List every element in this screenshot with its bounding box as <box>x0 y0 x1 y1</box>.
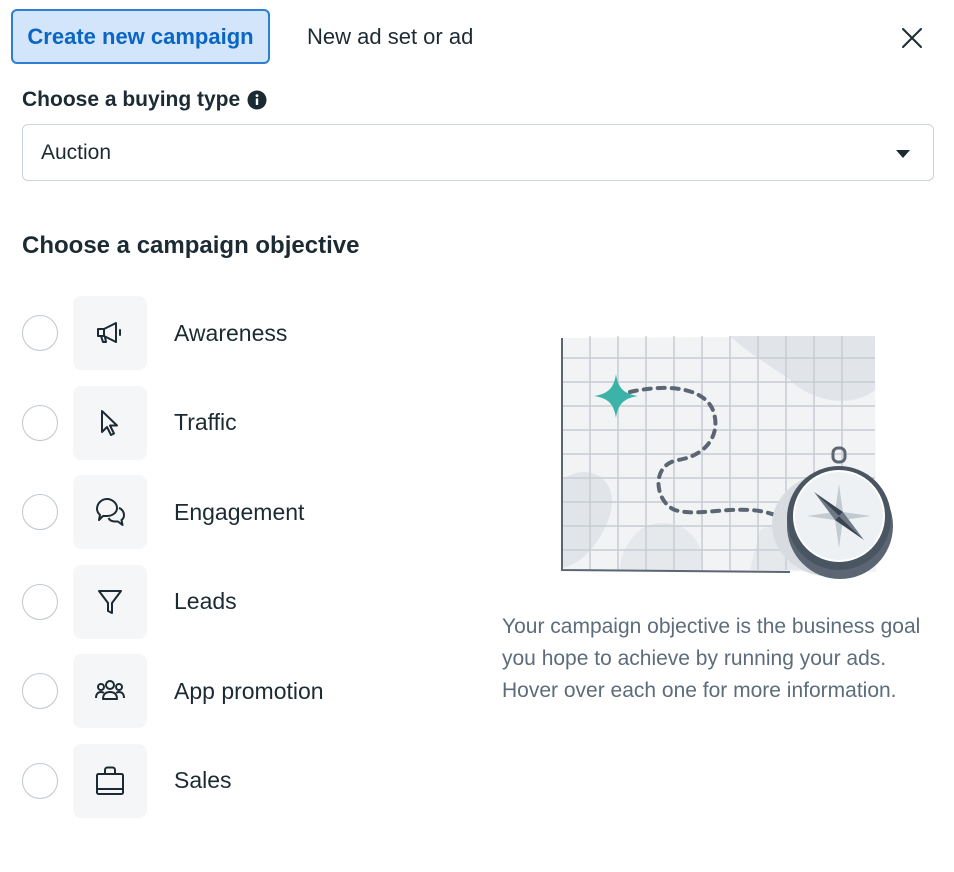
objective-option-app-promotion[interactable]: App promotion <box>22 654 324 729</box>
objective-label-sales: Sales <box>174 767 232 794</box>
objective-icon-box <box>73 564 147 639</box>
objective-icon-box <box>73 743 147 818</box>
objective-option-leads[interactable]: Leads <box>22 564 324 639</box>
close-button[interactable] <box>896 22 928 54</box>
cursor-icon <box>101 409 118 436</box>
objective-label-app-promotion: App promotion <box>174 677 324 704</box>
radio-traffic[interactable] <box>22 404 58 441</box>
objective-label-traffic: Traffic <box>174 409 237 436</box>
objective-icon-box <box>73 385 147 460</box>
objective-label-engagement: Engagement <box>174 498 305 525</box>
people-icon <box>95 680 125 701</box>
objective-option-awareness[interactable]: Awareness <box>22 296 324 370</box>
objective-label-awareness: Awareness <box>174 319 288 346</box>
info-icon[interactable] <box>247 90 267 110</box>
objective-label-leads: Leads <box>174 588 237 615</box>
map-compass-illustration <box>561 336 893 579</box>
objective-option-traffic[interactable]: Traffic <box>22 385 324 460</box>
objective-heading: Choose a campaign objective <box>22 232 360 259</box>
objective-option-engagement[interactable]: Engagement <box>22 475 324 550</box>
objective-list: Awareness Traffic Engagement Leads App p… <box>22 296 324 834</box>
megaphone-icon <box>97 322 121 343</box>
radio-app-promotion[interactable] <box>22 673 58 710</box>
tab-create-new-campaign[interactable]: Create new campaign <box>11 9 270 64</box>
funnel-icon <box>98 589 122 614</box>
close-icon <box>902 28 922 48</box>
radio-leads[interactable] <box>22 583 58 620</box>
objective-icon-box <box>73 475 147 550</box>
create-campaign-dialog: Create new campaign New ad set or ad Cho… <box>0 0 954 872</box>
objective-description: Your campaign objective is the business … <box>502 615 921 702</box>
buying-type-heading: Choose a buying type <box>22 88 267 112</box>
chat-bubbles-icon <box>96 498 125 527</box>
shopping-bag-icon <box>96 766 124 795</box>
buying-type-value: Auction <box>41 140 112 164</box>
radio-awareness[interactable] <box>22 315 58 351</box>
tab-new-ad-set-or-ad[interactable]: New ad set or ad <box>307 9 473 64</box>
objective-icon-box <box>73 654 147 729</box>
objective-option-sales[interactable]: Sales <box>22 743 324 818</box>
objective-icon-box <box>73 296 147 370</box>
buying-type-select[interactable]: Auction <box>22 124 934 181</box>
caret-down-icon <box>896 150 910 158</box>
radio-engagement[interactable] <box>22 494 58 531</box>
buying-type-label: Choose a buying type <box>22 88 241 111</box>
radio-sales[interactable] <box>22 762 58 799</box>
